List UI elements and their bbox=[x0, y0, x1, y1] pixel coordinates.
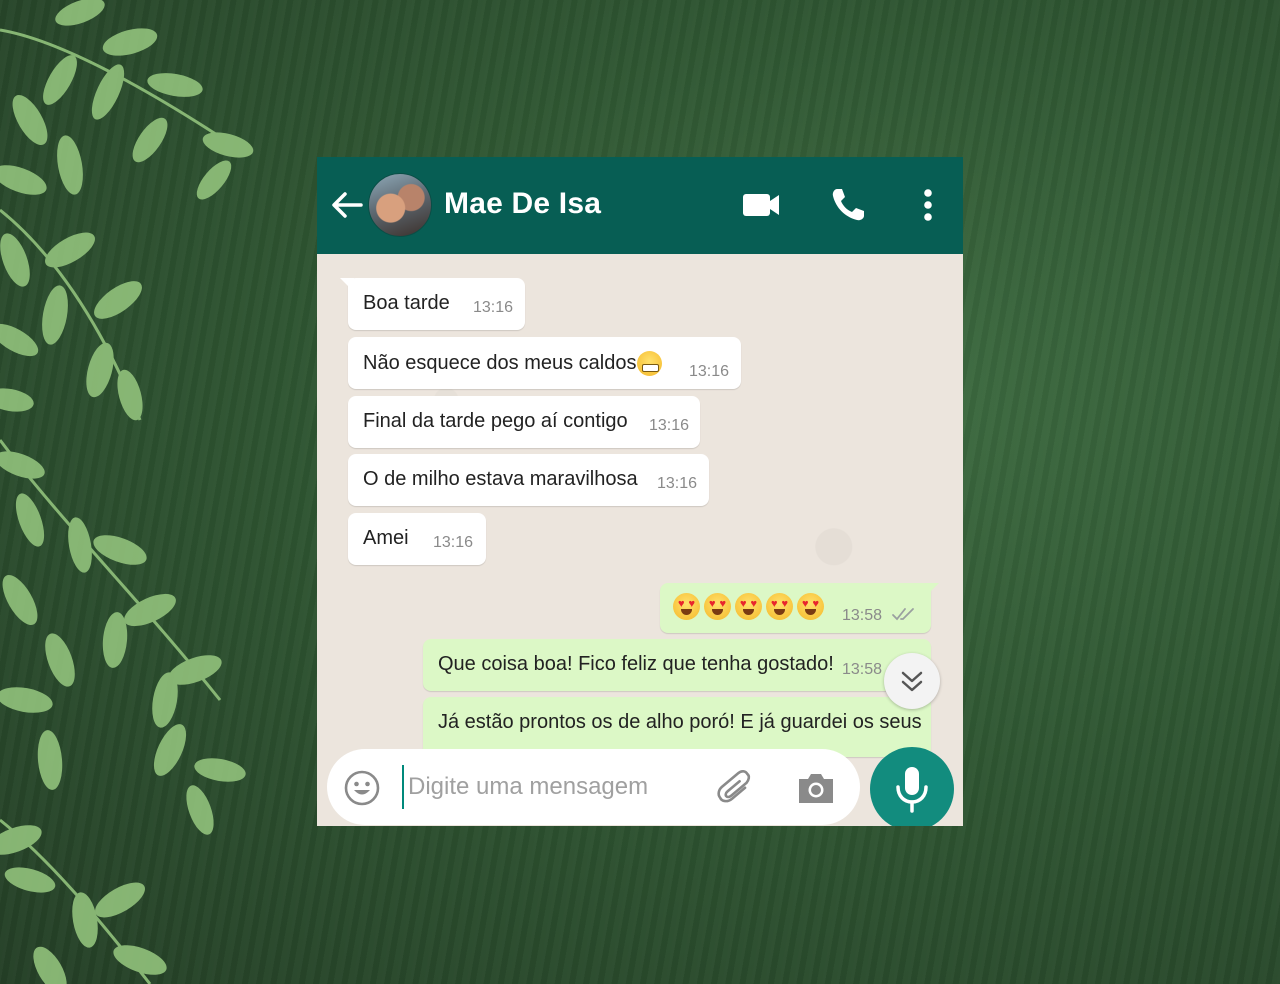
message-input[interactable] bbox=[402, 765, 710, 809]
heart-eyes-face-icon bbox=[797, 593, 824, 620]
message-incoming[interactable]: Boa tarde 13:16 bbox=[340, 278, 525, 330]
grimacing-face-icon bbox=[636, 351, 662, 376]
message-time: 13:16 bbox=[649, 417, 690, 434]
mic-button[interactable] bbox=[870, 747, 954, 826]
message-time: 13:58 bbox=[842, 607, 883, 624]
camera-icon[interactable] bbox=[795, 769, 837, 807]
message-incoming[interactable]: Não esquece dos meus caldos 13:16 bbox=[348, 337, 741, 389]
heart-eyes-emoji-row bbox=[673, 593, 828, 620]
double-chevron-down-icon bbox=[901, 671, 923, 692]
video-call-icon[interactable] bbox=[741, 185, 781, 225]
message-time: 13:16 bbox=[473, 299, 514, 316]
message-text: Que coisa boa! Fico feliz que tenha gost… bbox=[438, 653, 834, 675]
message-text-content: Não esquece dos meus caldos bbox=[363, 351, 637, 374]
message-outgoing[interactable]: Que coisa boa! Fico feliz que tenha gost… bbox=[423, 639, 931, 691]
more-vert-icon[interactable] bbox=[908, 185, 948, 225]
contact-name[interactable]: Mae De Isa bbox=[444, 187, 601, 221]
message-incoming[interactable]: Amei 13:16 bbox=[348, 513, 486, 565]
message-text: Boa tarde bbox=[363, 292, 450, 314]
message-time: 13:16 bbox=[657, 475, 698, 492]
message-text: Não esquece dos meus caldos bbox=[363, 351, 662, 376]
phone-icon[interactable] bbox=[828, 185, 868, 225]
message-time: 13:16 bbox=[689, 363, 730, 380]
message-composer bbox=[327, 749, 860, 825]
scroll-down-button[interactable] bbox=[884, 653, 940, 709]
chat-header: Mae De Isa bbox=[317, 157, 963, 254]
mic-icon bbox=[896, 767, 928, 813]
message-text: Já estão prontos os de alho poró! E já g… bbox=[438, 711, 922, 733]
message-text: Amei bbox=[363, 527, 409, 549]
message-incoming[interactable]: O de milho estava maravilhosa 13:16 bbox=[348, 454, 709, 506]
message-time: 13:16 bbox=[433, 534, 474, 551]
message-incoming[interactable]: Final da tarde pego aí contigo 13:16 bbox=[348, 396, 700, 448]
heart-eyes-face-icon bbox=[735, 593, 762, 620]
emoji-icon[interactable] bbox=[343, 769, 381, 807]
heart-eyes-face-icon bbox=[766, 593, 793, 620]
message-time: 13:58 bbox=[842, 661, 883, 678]
message-text: O de milho estava maravilhosa bbox=[363, 468, 638, 490]
avatar[interactable] bbox=[368, 173, 432, 237]
message-text: Final da tarde pego aí contigo bbox=[363, 410, 628, 432]
attach-icon[interactable] bbox=[715, 767, 757, 809]
heart-eyes-face-icon bbox=[673, 593, 700, 620]
leaf-decoration bbox=[0, 0, 254, 984]
message-list[interactable]: Boa tarde 13:16 Não esquece dos meus cal… bbox=[317, 254, 963, 757]
message-outgoing[interactable]: 13:58 bbox=[660, 583, 939, 633]
back-arrow-icon[interactable] bbox=[329, 187, 365, 223]
double-check-icon bbox=[892, 608, 914, 621]
message-outgoing[interactable]: Já estão prontos os de alho poró! E já g… bbox=[423, 697, 931, 757]
chat-window: Mae De Isa Boa tarde 13:16 Não esquece d… bbox=[317, 157, 963, 826]
heart-eyes-face-icon bbox=[704, 593, 731, 620]
